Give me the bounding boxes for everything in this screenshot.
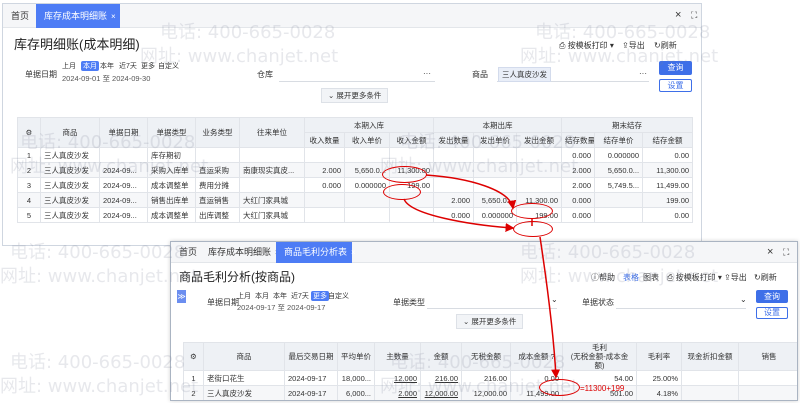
- arrow-line: [403, 198, 515, 232]
- annotation-formula: =11300+199: [580, 384, 625, 393]
- annotation-arrows: [403, 174, 561, 379]
- arrow-line: [539, 236, 561, 379]
- arrow-line: [425, 174, 517, 210]
